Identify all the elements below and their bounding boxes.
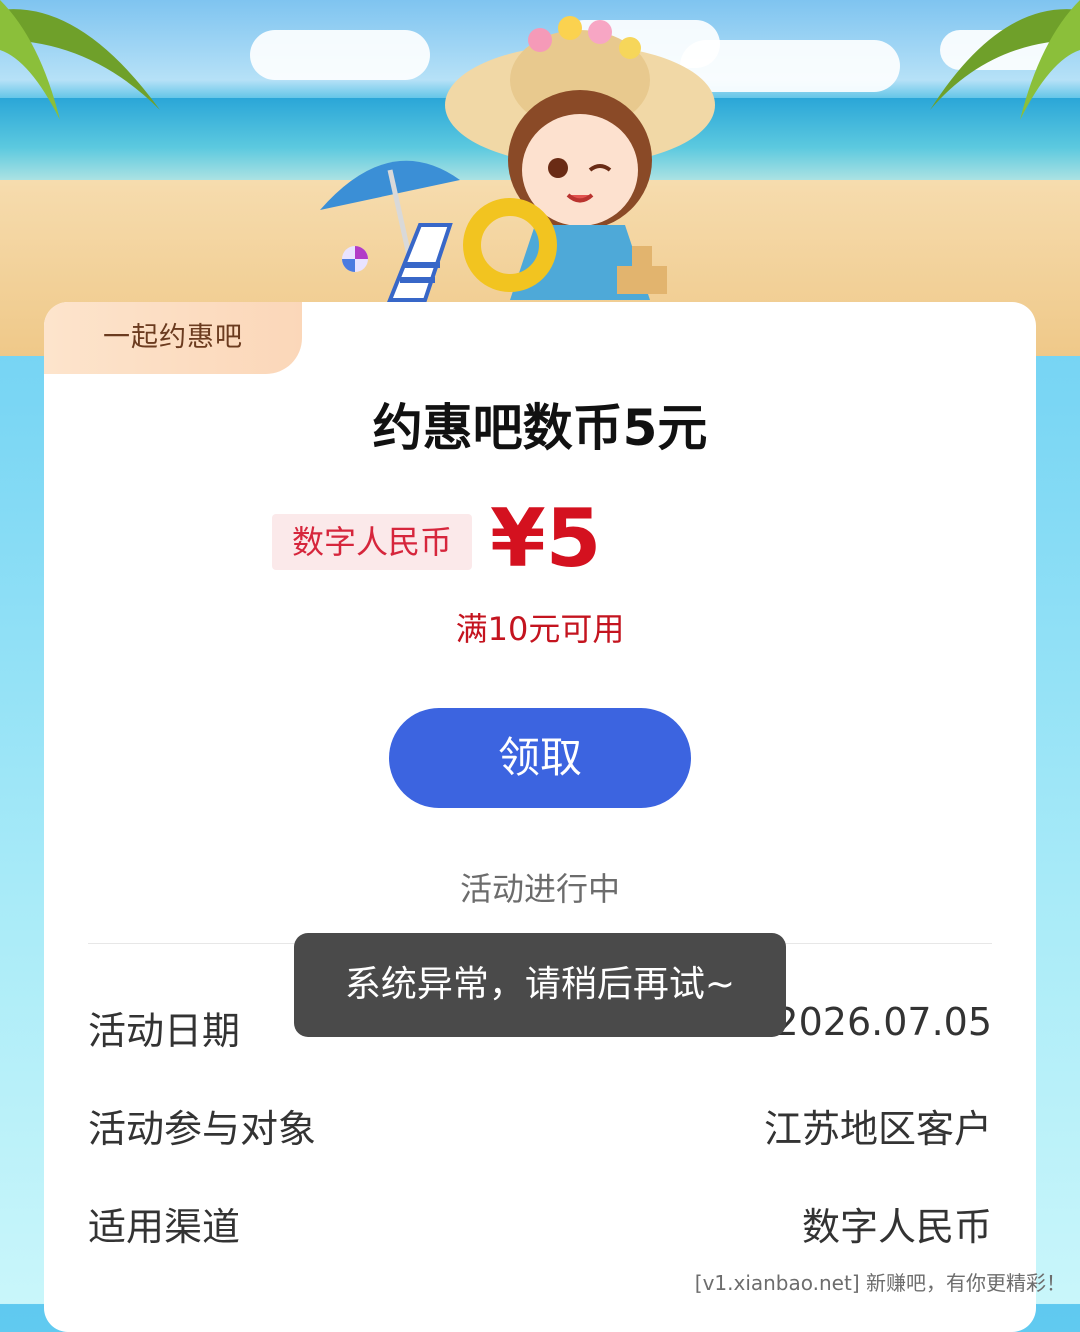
- beach-ball-icon: [342, 246, 368, 272]
- activity-status: 活动进行中: [459, 870, 620, 908]
- campaign-tag: 一起约惠吧: [44, 302, 302, 374]
- palm-leaves-left-icon: [0, 0, 160, 120]
- channel-label: 适用渠道: [88, 1205, 241, 1249]
- sandcastle-icon: [617, 246, 667, 294]
- claim-button[interactable]: 领取: [389, 708, 691, 808]
- channel-value: 数字人民币: [801, 1205, 992, 1249]
- error-toast: 系统异常，请稍后再试~: [294, 933, 786, 1037]
- cartoon-girl-mascot-icon: [445, 16, 715, 300]
- participant-value: 江苏地区客户: [763, 1107, 992, 1151]
- activity-date-label: 活动日期: [88, 1009, 241, 1053]
- payment-method-badge: 数字人民币: [272, 514, 472, 570]
- palm-leaves-right-icon: [930, 0, 1080, 120]
- coupon-title: 约惠吧数币5元: [372, 399, 708, 457]
- coupon-card: 一起约惠吧 约惠吧数币5元 数字人民币 ¥5 满10元可用 领取 活动进行中 活…: [44, 302, 1036, 1332]
- coupon-amount: ¥5: [490, 492, 602, 585]
- min-spend-condition: 满10元可用: [455, 610, 625, 648]
- watermark-text: [v1.xianbao.net] 新赚吧，有你更精彩！: [694, 1271, 1066, 1295]
- participant-label: 活动参与对象: [88, 1107, 317, 1151]
